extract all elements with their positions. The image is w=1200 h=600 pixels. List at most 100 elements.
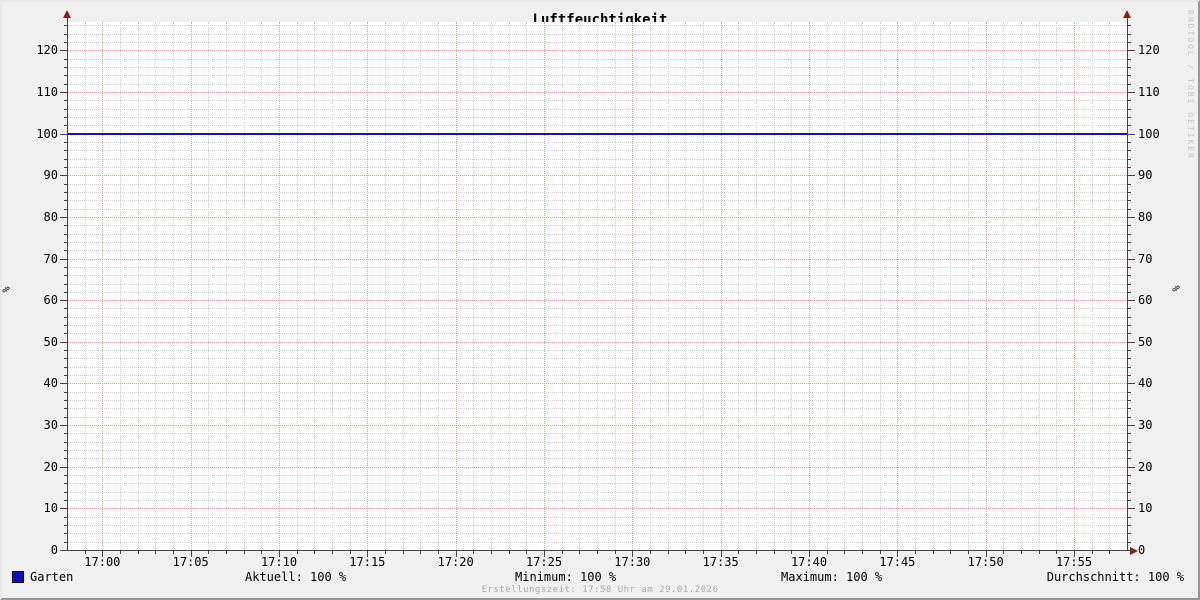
- legend-row: Garten Aktuell: 100 % Minimum: 100 % Max…: [2, 570, 1198, 586]
- y-major-tick-left: [60, 133, 67, 135]
- major-gridline-h: [67, 466, 1127, 468]
- y-minor-tick-right: [1128, 41, 1131, 43]
- y-major-tick-right: [1128, 341, 1135, 343]
- y-minor-tick-right: [1128, 266, 1131, 268]
- y-minor-tick-left: [64, 266, 67, 268]
- y-major-tick-left: [60, 425, 67, 427]
- y-major-tick-left: [60, 466, 67, 468]
- minor-gridline-v: [84, 22, 86, 550]
- minor-gridline-v: [473, 22, 475, 550]
- minor-gridline-v: [526, 22, 528, 550]
- major-gridline-v: [809, 22, 810, 550]
- y-minor-tick-left: [64, 41, 67, 43]
- y-minor-tick-left: [64, 33, 67, 35]
- minor-gridline-v: [773, 22, 775, 550]
- y-minor-tick-right: [1128, 533, 1131, 535]
- x-minor-tick: [332, 551, 333, 554]
- y-minor-tick-left: [64, 450, 67, 452]
- y-tick-label-right: 40: [1138, 376, 1153, 391]
- x-axis: [60, 550, 1131, 551]
- y-minor-tick-right: [1128, 275, 1131, 277]
- minor-gridline-v: [349, 22, 351, 550]
- y-tick-label-right: 80: [1138, 209, 1153, 224]
- minor-gridline-v: [491, 22, 492, 550]
- y-minor-tick-left: [64, 208, 67, 210]
- x-minor-tick: [738, 551, 740, 554]
- x-minor-tick: [703, 551, 704, 554]
- y-minor-tick-right: [1128, 541, 1131, 543]
- minor-gridline-v: [685, 22, 687, 550]
- y-minor-tick-right: [1128, 191, 1131, 193]
- legend-series-label: Garten: [30, 570, 74, 584]
- major-gridline-h: [67, 425, 1127, 427]
- y-minor-tick-right: [1128, 200, 1131, 202]
- y-tick-label-right: 10: [1138, 501, 1153, 516]
- x-minor-tick: [667, 551, 669, 554]
- minor-gridline-v: [844, 22, 846, 550]
- minor-gridline-v: [950, 22, 952, 550]
- minor-gridline-v: [420, 22, 422, 550]
- minor-gridline-v: [862, 22, 863, 550]
- y-major-tick-right: [1128, 91, 1135, 93]
- y-minor-tick-left: [64, 533, 67, 535]
- y-minor-tick-right: [1128, 58, 1131, 60]
- y-minor-tick-right: [1128, 333, 1131, 335]
- y-minor-tick-right: [1128, 75, 1131, 77]
- minor-gridline-v: [756, 22, 757, 550]
- y-minor-tick-left: [64, 416, 67, 418]
- y-minor-tick-left: [64, 116, 67, 118]
- x-minor-tick: [226, 551, 227, 554]
- y-major-tick-left: [60, 300, 67, 302]
- y-major-tick-left: [60, 216, 67, 218]
- x-minor-tick: [120, 551, 121, 554]
- y-tick-label-right: 0: [1138, 543, 1146, 557]
- y-tick-label-left: 120: [36, 43, 58, 58]
- y-minor-tick-left: [64, 75, 67, 77]
- y-tick-label-right: 90: [1138, 168, 1153, 183]
- y-tick-label-left: 110: [36, 84, 58, 99]
- x-minor-tick: [173, 551, 174, 554]
- minor-gridline-v: [155, 22, 157, 550]
- x-minor-tick: [597, 551, 598, 554]
- minor-gridline-v: [667, 22, 669, 550]
- y-minor-tick-left: [64, 250, 67, 252]
- y-minor-tick-left: [64, 441, 67, 443]
- y-minor-tick-left: [64, 141, 67, 143]
- y-tick-label-right: 120: [1138, 43, 1160, 58]
- y-minor-tick-right: [1128, 483, 1131, 485]
- y-minor-tick-left: [64, 350, 67, 352]
- major-gridline-v: [190, 22, 192, 550]
- x-minor-tick: [1038, 551, 1040, 554]
- x-tick-label: 17:35: [702, 555, 739, 569]
- y-minor-tick-right: [1128, 116, 1131, 118]
- rrdtool-graph: Luftfeuchtigkeit RRDTOOL / TOBI OETIKER …: [0, 0, 1200, 600]
- x-tick-label: 17:25: [525, 555, 563, 569]
- y-minor-tick-left: [64, 366, 67, 368]
- minor-gridline-v: [120, 22, 121, 550]
- y-minor-tick-right: [1128, 325, 1131, 327]
- y-minor-tick-right: [1128, 441, 1131, 443]
- y-major-tick-right: [1128, 550, 1135, 551]
- y-minor-tick-left: [64, 291, 67, 293]
- y-tick-label-left: 30: [43, 418, 58, 433]
- minor-gridline-v: [385, 22, 386, 550]
- y-minor-tick-left: [64, 83, 67, 85]
- x-tick-label: 17:45: [879, 555, 916, 569]
- y-minor-tick-right: [1128, 400, 1131, 402]
- y-minor-tick-left: [64, 125, 67, 127]
- x-minor-tick: [526, 551, 528, 554]
- y-minor-tick-right: [1128, 241, 1131, 243]
- y-minor-tick-left: [64, 516, 67, 518]
- y-minor-tick-right: [1128, 166, 1131, 168]
- y-tick-label-left: 20: [43, 459, 58, 474]
- x-tick-label: 17:30: [614, 555, 651, 569]
- y-minor-tick-right: [1128, 475, 1131, 477]
- x-minor-tick: [208, 551, 210, 554]
- minor-gridline-v: [738, 22, 740, 550]
- x-minor-tick: [756, 551, 757, 554]
- x-minor-tick: [1021, 551, 1022, 554]
- y-minor-tick-right: [1128, 316, 1131, 318]
- x-minor-tick: [402, 551, 404, 554]
- x-tick-label: 17:50: [967, 555, 1004, 569]
- y-minor-tick-left: [64, 166, 67, 168]
